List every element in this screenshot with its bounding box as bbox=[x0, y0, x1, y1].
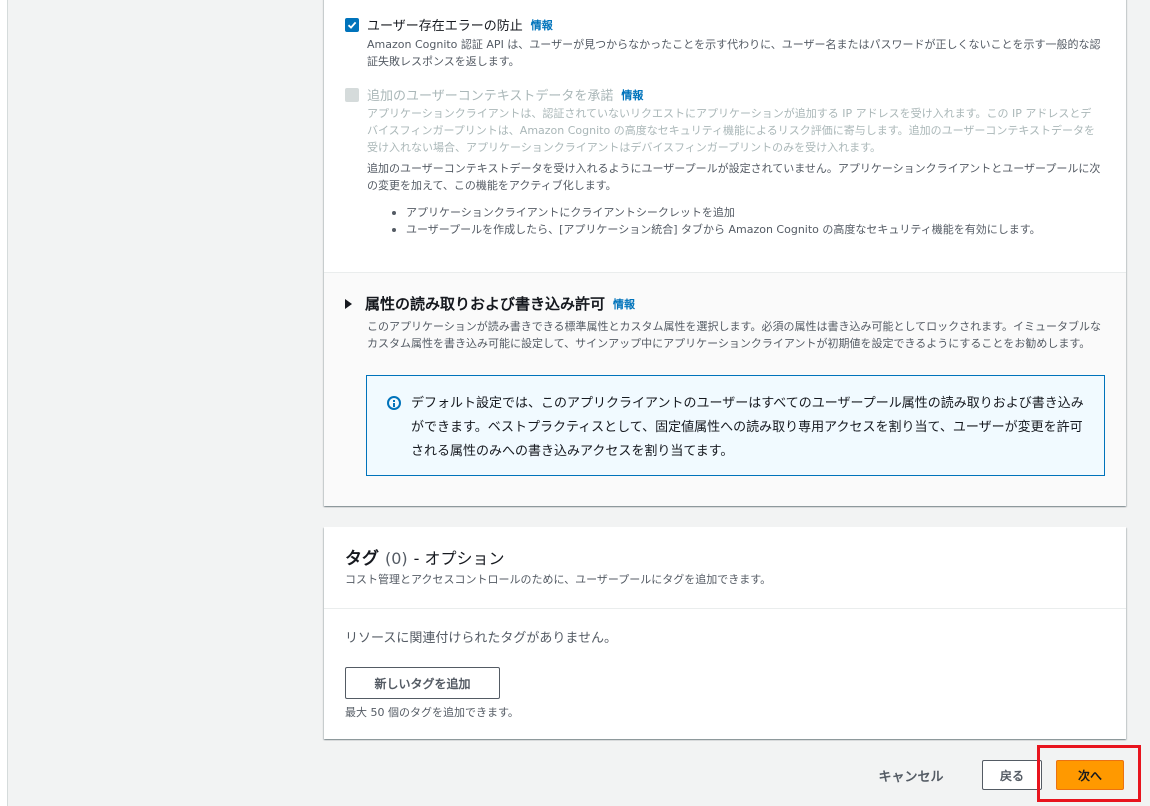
app-client-settings-panel: ユーザー存在エラーの防止 情報 Amazon Cognito 認証 API は、… bbox=[324, 0, 1126, 506]
prevent-user-existence-info-link[interactable]: 情報 bbox=[531, 17, 553, 33]
cancel-button[interactable]: キャンセル bbox=[863, 760, 959, 790]
attributes-info-link[interactable]: 情報 bbox=[613, 296, 635, 312]
info-alert: デフォルト設定では、このアプリクライアントのユーザーはすべてのユーザープール属性… bbox=[366, 375, 1105, 476]
prevent-user-existence-checkbox[interactable] bbox=[345, 17, 359, 32]
info-alert-text: デフォルト設定では、このアプリクライアントのユーザーはすべてのユーザープール属性… bbox=[411, 396, 1084, 459]
user-context-data-description: アプリケーションクライアントは、認証されていないリクエストにアプリケーションが追… bbox=[367, 107, 1096, 154]
attributes-section-description: このアプリケーションが読み書きできる標準属性とカスタム属性を選択します。必須の属… bbox=[367, 320, 1102, 350]
user-context-data-info-link[interactable]: 情報 bbox=[621, 87, 643, 103]
caret-right-icon bbox=[345, 298, 352, 309]
user-context-data-label: 追加のユーザーコンテキストデータを承諾 bbox=[367, 89, 614, 104]
tags-header: タグ (0) - オプション bbox=[345, 544, 505, 569]
tags-optional-label: - オプション bbox=[413, 549, 505, 568]
attributes-section-title: 属性の読み取りおよび書き込み許可 bbox=[365, 295, 606, 313]
tags-empty-message: リソースに関連付けられたタグがありません。 bbox=[345, 631, 617, 646]
tags-limit-hint: 最大 50 個のタグを追加できます。 bbox=[345, 706, 519, 719]
list-item: アプリケーションクライアントにクライアントシークレットを追加 bbox=[389, 204, 1101, 221]
user-context-data-steps: アプリケーションクライアントにクライアントシークレットを追加 ユーザープールを作… bbox=[389, 204, 1101, 238]
tags-panel: タグ (0) - オプション コスト管理とアクセスコントロールのために、ユーザー… bbox=[324, 527, 1126, 739]
attributes-section-toggle[interactable]: 属性の読み取りおよび書き込み許可 情報 bbox=[345, 293, 635, 314]
next-button[interactable]: 次へ bbox=[1056, 760, 1124, 790]
list-item: ユーザープールを作成したら、[アプリケーション統合] タブから Amazon C… bbox=[389, 221, 1101, 238]
prevent-user-existence-label: ユーザー存在エラーの防止 bbox=[367, 19, 523, 34]
user-context-data-checkbox[interactable] bbox=[345, 87, 359, 102]
side-navigation-edge bbox=[0, 0, 8, 806]
divider bbox=[324, 608, 1126, 609]
user-context-data-row: 追加のユーザーコンテキストデータを承諾 情報 bbox=[345, 85, 643, 104]
back-button[interactable]: 戻る bbox=[982, 760, 1042, 790]
prevent-user-existence-description: Amazon Cognito 認証 API は、ユーザーが見つからなかったことを… bbox=[367, 38, 1101, 68]
prevent-user-existence-row: ユーザー存在エラーの防止 情報 bbox=[345, 15, 553, 34]
checkmark-icon bbox=[347, 21, 357, 29]
add-tag-button[interactable]: 新しいタグを追加 bbox=[345, 667, 500, 699]
tags-count: (0) bbox=[385, 549, 408, 568]
tags-title: タグ bbox=[345, 549, 379, 569]
user-context-data-note: 追加のユーザーコンテキストデータを受け入れるようにユーザープールが設定されていま… bbox=[367, 162, 1101, 192]
info-icon bbox=[387, 396, 401, 410]
tags-description: コスト管理とアクセスコントロールのために、ユーザープールにタグを追加できます。 bbox=[345, 573, 772, 586]
